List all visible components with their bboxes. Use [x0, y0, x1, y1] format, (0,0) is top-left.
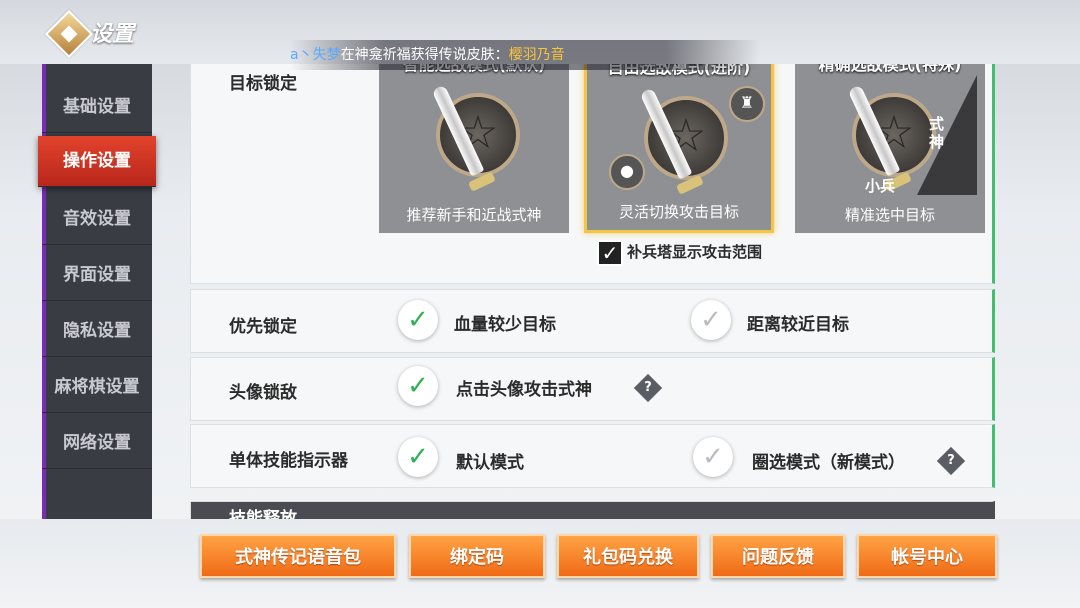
mode-card-free[interactable]: 自由选敌模式(进阶) ♜ ● 灵活切换攻击目标: [584, 64, 774, 233]
settings-sidebar: 基础设置 操作设置 音效设置 界面设置 隐私设置 麻将棋设置 网络设置: [38, 64, 156, 519]
avatar-attack-check[interactable]: ✓: [398, 366, 438, 406]
target-lock-label: 目标锁定: [229, 74, 297, 94]
voice-pack-button[interactable]: 式神传记语音包: [200, 534, 396, 578]
skill-indicator-section: 单体技能指示器 ✓ 默认模式 ✓ 圈选模式（新模式） ?: [190, 424, 995, 488]
mode-card-smart[interactable]: 智能选敌模式(默认) 推荐新手和近战式神: [379, 64, 569, 233]
mode-card-precise[interactable]: 精确选敌模式(特殊) 式神 小兵 精准选中目标: [795, 64, 985, 233]
tower-range-label: 补兵塔显示攻击范围: [627, 243, 763, 261]
avatar-lock-label: 头像锁敌: [229, 383, 297, 403]
mode-title: 精确选敌模式(特殊): [818, 64, 962, 74]
account-center-button[interactable]: 帐号中心: [857, 534, 997, 578]
bind-code-button[interactable]: 绑定码: [409, 534, 545, 578]
shikigami-mini-icon: ♜: [729, 86, 765, 122]
ticker-text: 在神龛祈福获得传说皮肤：: [340, 47, 509, 63]
ticker-item: 樱羽乃音: [508, 47, 565, 63]
ticker-user: a丶失梦: [290, 47, 341, 63]
skill-release-label: 技能释放: [229, 509, 297, 519]
priority-lock-label: 优先锁定: [229, 317, 297, 337]
indicator-circle-label: 圈选模式（新模式）: [752, 453, 905, 473]
sidebar-item-controls[interactable]: 操作设置: [38, 136, 156, 187]
avatar-attack-label: 点击头像攻击式神: [456, 380, 592, 400]
priority-low-hp-check[interactable]: ✓: [398, 300, 438, 340]
priority-nearest-label: 距离较近目标: [747, 315, 849, 335]
broadcast-ticker: a丶失梦在神龛祈福获得传说皮肤：樱羽乃音: [290, 40, 760, 70]
settings-content: 目标锁定 智能选敌模式(默认) 推荐新手和近战式神 自由选敌模式(进阶) ♜ ●…: [175, 64, 1005, 519]
minion-mini-icon: ●: [609, 154, 645, 190]
skill-indicator-label: 单体技能指示器: [229, 451, 348, 471]
sidebar-item-interface[interactable]: 界面设置: [42, 250, 152, 301]
indicator-circle-check[interactable]: ✓: [693, 437, 733, 477]
feedback-button[interactable]: 问题反馈: [711, 534, 845, 578]
tower-range-checkbox[interactable]: ✓: [597, 240, 623, 266]
page-title: 设置: [90, 22, 135, 47]
skill-release-section: 技能释放: [190, 501, 995, 519]
mode-desc: 精准选中目标: [844, 206, 935, 224]
indicator-default-label: 默认模式: [456, 453, 524, 473]
help-mark: ?: [644, 380, 652, 395]
sidebar-item-audio[interactable]: 音效设置: [42, 194, 152, 245]
sidebar-item-mahjong[interactable]: 麻将棋设置: [42, 362, 152, 413]
gift-code-button[interactable]: 礼包码兑换: [557, 534, 699, 578]
priority-low-hp-label: 血量较少目标: [454, 315, 556, 335]
sidebar-item-basic[interactable]: 基础设置: [42, 82, 152, 133]
target-lock-section: 目标锁定 智能选敌模式(默认) 推荐新手和近战式神 自由选敌模式(进阶) ♜ ●…: [190, 64, 995, 284]
sidebar-item-privacy[interactable]: 隐私设置: [42, 306, 152, 357]
shikigami-mark: 式神: [929, 115, 945, 151]
indicator-default-check[interactable]: ✓: [398, 437, 438, 477]
minion-mark: 小兵: [865, 177, 896, 195]
avatar-lock-help-icon[interactable]: ?: [633, 373, 663, 403]
avatar-lock-section: 头像锁敌 ✓ 点击头像攻击式神 ?: [190, 357, 995, 421]
help-mark: ?: [947, 453, 955, 468]
mode-desc: 灵活切换攻击目标: [618, 203, 739, 221]
indicator-help-icon[interactable]: ?: [936, 446, 966, 476]
mode-desc: 推荐新手和近战式神: [406, 206, 542, 224]
sidebar-item-network[interactable]: 网络设置: [42, 418, 152, 469]
priority-nearest-check[interactable]: ✓: [691, 300, 731, 340]
priority-lock-section: 优先锁定 ✓ 血量较少目标 ✓ 距离较近目标: [190, 289, 995, 353]
